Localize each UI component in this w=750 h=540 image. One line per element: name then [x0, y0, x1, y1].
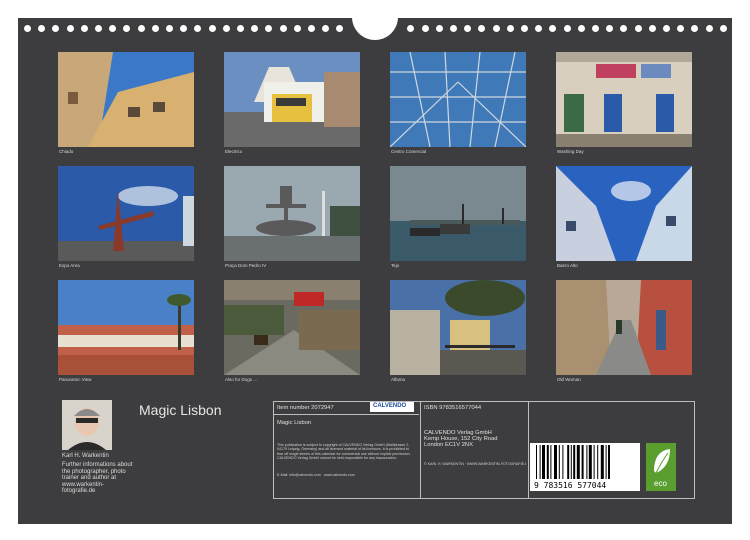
binding-hole: [648, 25, 656, 32]
binding-hole: [38, 25, 46, 32]
binding-hole: [166, 25, 173, 32]
calendar-title: Magic Lisbon: [139, 402, 222, 418]
photo-old-woman: [556, 280, 692, 375]
binding-hole: [265, 25, 273, 32]
calvendo-logo-text: CALVENDO: [373, 403, 407, 409]
binding-hole: [95, 25, 102, 32]
photo-caption: Chiado: [59, 149, 74, 154]
photo-caption: Centro Comercial: [391, 149, 427, 154]
binding-hole: [620, 25, 628, 32]
barcode-number: 9 783516 577044: [534, 481, 607, 490]
author-portrait: [62, 400, 112, 450]
binding-hole: [478, 25, 486, 32]
binding-hole: [151, 25, 159, 32]
binding-hole: [705, 25, 713, 32]
contact-line: E-Mail: info@calvendo.com · www.calvendo…: [277, 473, 355, 477]
author-info: Further informations about the photograp…: [62, 462, 133, 494]
photo-washing-day: [556, 52, 692, 147]
photo-caption: Also for Dogs ...: [225, 377, 258, 382]
binding-hole: [592, 25, 599, 32]
binding-hole: [691, 25, 699, 32]
binding-hole: [208, 25, 216, 32]
binding-hole: [24, 25, 31, 32]
binding-hole: [549, 25, 557, 32]
binding-hole: [308, 25, 315, 32]
binding-hole: [66, 25, 74, 32]
info-box-publisher: [420, 401, 529, 499]
binding-hole: [222, 25, 230, 32]
eco-badge: eco: [646, 443, 676, 491]
binding-hole: [336, 25, 344, 32]
photo-electrico: [224, 52, 360, 147]
binding-hole: [450, 25, 457, 32]
photo-alfama: [390, 280, 526, 375]
binding-hole: [293, 25, 301, 32]
isbn: ISBN 9783516577044: [424, 405, 482, 411]
photo-bairro-alto: [556, 166, 692, 261]
binding-hole: [137, 25, 145, 32]
binding-hole: [237, 25, 244, 32]
calvendo-logo: CALVENDO: [370, 402, 414, 412]
photo-praca-dom-pedro: [224, 166, 360, 261]
photo-caption: Expo Area: [59, 263, 80, 268]
barcode: 9 783516 577044: [530, 443, 640, 491]
binding-hole: [521, 25, 528, 32]
binding-hole: [279, 25, 287, 32]
binding-hole: [80, 25, 88, 32]
binding-hole: [109, 25, 117, 32]
binding-hole: [719, 25, 727, 32]
photo-caption: Alfama: [391, 377, 406, 382]
photo-caption: Panoramic View: [59, 377, 92, 382]
binding-hole: [322, 25, 330, 32]
photo-caption: Electrico: [225, 149, 243, 154]
binding-hole: [492, 25, 500, 32]
photo-caption: Bairro Alto: [557, 263, 578, 268]
binding-hole: [180, 25, 188, 32]
item-number: Item number 2072947: [277, 405, 334, 411]
binding-hole: [506, 25, 514, 32]
binding-hole: [606, 25, 614, 32]
photo-caption: Old Woman: [557, 377, 581, 382]
author-name: Karl H. Warkentin: [62, 453, 109, 459]
legal-notice: This publication is subject to copyright…: [277, 443, 411, 460]
binding-hole: [52, 25, 60, 32]
binding-hole: [251, 25, 259, 32]
photo-caption: Tejo: [391, 263, 400, 268]
photo-also-for-dogs: [224, 280, 360, 375]
photo-centro-comercial: [390, 52, 526, 147]
binding-hole: [563, 25, 571, 32]
photo-caption: Praça Dom Pedro IV: [225, 263, 267, 268]
photo-panoramic-view: [58, 280, 194, 375]
binding-hole: [663, 25, 670, 32]
binding-hole: [677, 25, 685, 32]
binding-hole: [407, 25, 415, 32]
binding-hole: [194, 25, 202, 32]
binding-hole: [123, 25, 131, 32]
copyright-line: © KARL H. WARKENTIN · WWW.WARKENTIN-FOTO…: [424, 462, 526, 466]
binding-hole: [577, 25, 585, 32]
eco-label: eco: [654, 479, 667, 488]
photo-tejo: [390, 166, 526, 261]
binding-hole: [634, 25, 642, 32]
publisher-address-2: London EC1V 2NX: [424, 442, 473, 448]
binding-hole: [421, 25, 429, 32]
binding-hole: [464, 25, 472, 32]
binding-hole: [535, 25, 543, 32]
book-title: Magic Lisbon: [277, 420, 312, 426]
binding-hole: [435, 25, 443, 32]
photo-chiado: [58, 52, 194, 147]
photo-expo-area: [58, 166, 194, 261]
photo-caption: Washing Day: [557, 149, 584, 154]
